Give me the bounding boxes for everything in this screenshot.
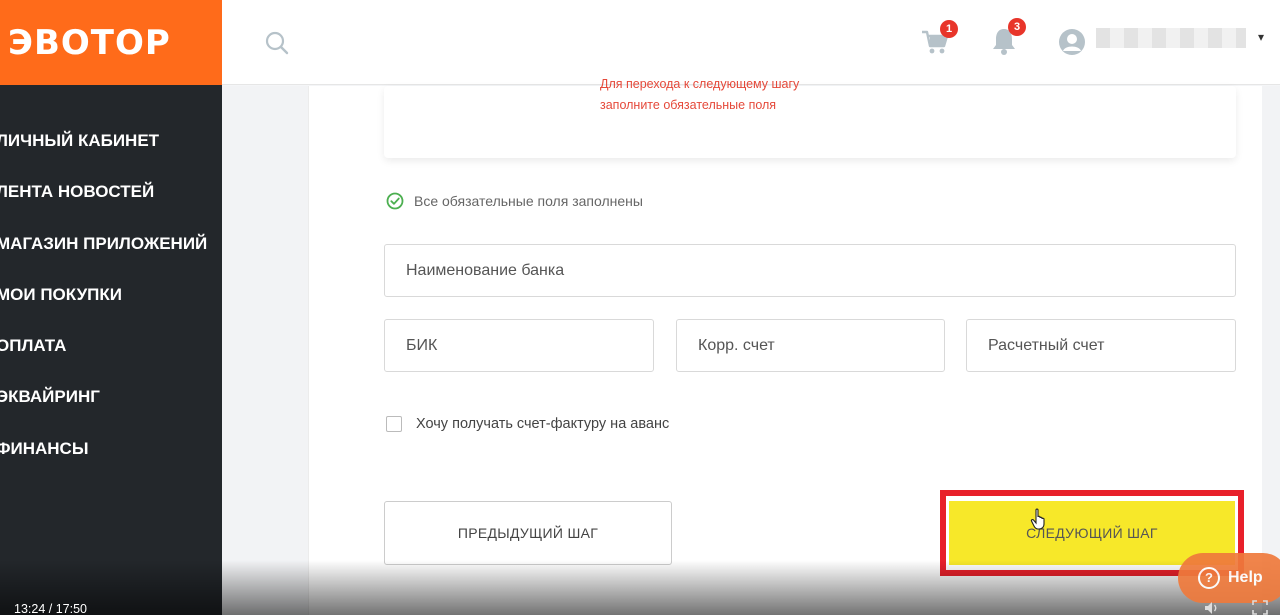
- notifications-button[interactable]: 3: [990, 18, 1026, 56]
- correspondent-account-field[interactable]: Корр. счет: [676, 319, 945, 372]
- validation-error-message: Для перехода к следующему шагу заполните…: [600, 77, 800, 112]
- fullscreen-icon[interactable]: [1252, 600, 1268, 615]
- cart-count-badge: 1: [940, 20, 958, 38]
- user-avatar-icon[interactable]: [1058, 28, 1086, 56]
- settlement-account-field[interactable]: Расчетный счет: [966, 319, 1236, 372]
- question-icon: ?: [1198, 567, 1220, 589]
- notifications-count-badge: 3: [1008, 18, 1026, 36]
- top-header: 1 3 ▾: [222, 0, 1280, 85]
- sidebar-item-finance[interactable]: ФИНАНСЫ: [0, 423, 222, 474]
- sidebar-item-label: ФИНАНСЫ: [0, 438, 89, 458]
- sidebar-item-my-purchases[interactable]: МОИ ПОКУПКИ: [0, 269, 222, 320]
- sidebar-item-label: ЛИЧНЫЙ КАБИНЕТ: [0, 131, 160, 150]
- content-right-gutter: [1262, 86, 1280, 615]
- sidebar-item-app-store[interactable]: МАГАЗИН ПРИЛОЖЕНИЙ: [0, 218, 222, 269]
- sidebar-item-label: ЛЕНТА НОВОСТЕЙ: [0, 182, 155, 202]
- invoice-option-row: Хочу получать счет-фактуру на аванс: [386, 416, 669, 432]
- correspondent-account-placeholder: Корр. счет: [698, 336, 775, 354]
- previous-section-card: [384, 86, 1236, 158]
- previous-step-label: ПРЕДЫДУЩИЙ ШАГ: [457, 525, 599, 541]
- sidebar-nav: ЛИЧНЫЙ КАБИНЕТ ЛЕНТА НОВОСТЕЙ МАГАЗИН ПР…: [0, 115, 222, 474]
- sidebar-item-news-feed[interactable]: ЛЕНТА НОВОСТЕЙ: [0, 166, 222, 217]
- bik-field[interactable]: БИК: [384, 319, 654, 372]
- chevron-down-icon[interactable]: ▾: [1258, 30, 1264, 44]
- invoice-checkbox-label[interactable]: Хочу получать счет-фактуру на аванс: [416, 416, 669, 432]
- help-label: Help: [1228, 569, 1263, 586]
- status-message: Все обязательные поля заполнены: [414, 193, 643, 209]
- sidebar-item-label: ОПЛАТА: [0, 336, 67, 356]
- check-circle-icon: [386, 192, 404, 210]
- search-icon[interactable]: [264, 30, 290, 56]
- sidebar-item-label: МАГАЗИН ПРИЛОЖЕНИЙ: [0, 233, 208, 253]
- settlement-account-placeholder: Расчетный счет: [988, 336, 1105, 354]
- content-left-gutter: [222, 86, 308, 615]
- hand-cursor-icon: [1030, 508, 1045, 530]
- user-name-redacted[interactable]: [1096, 28, 1246, 48]
- bank-name-field[interactable]: Наименование банка: [384, 244, 1236, 297]
- sidebar-item-label: МОИ ПОКУПКИ: [0, 284, 122, 304]
- help-button[interactable]: ? Help: [1178, 553, 1280, 603]
- sidebar-item-personal-account[interactable]: ЛИЧНЫЙ КАБИНЕТ: [0, 115, 222, 166]
- bank-name-placeholder: Наименование банка: [406, 261, 565, 279]
- logo[interactable]: ЭВОТОР: [0, 0, 222, 85]
- previous-step-button[interactable]: ПРЕДЫДУЩИЙ ШАГ: [384, 501, 672, 565]
- sidebar-item-label: ЭКВАЙРИНГ: [0, 387, 100, 407]
- sidebar-item-payment[interactable]: ОПЛАТА: [0, 320, 222, 371]
- volume-icon[interactable]: [1204, 601, 1220, 615]
- cart-button[interactable]: 1: [920, 20, 958, 56]
- logo-text: ЭВОТОР: [8, 22, 171, 63]
- sidebar: ЭВОТОР ЛИЧНЫЙ КАБИНЕТ ЛЕНТА НОВОСТЕЙ МАГ…: [0, 0, 222, 615]
- invoice-checkbox[interactable]: [386, 416, 402, 432]
- bik-placeholder: БИК: [406, 336, 438, 354]
- video-timecode: 13:24 / 17:50: [14, 602, 87, 615]
- sidebar-item-acquiring[interactable]: ЭКВАЙРИНГ: [0, 371, 222, 422]
- status-row: Все обязательные поля заполнены: [386, 192, 643, 210]
